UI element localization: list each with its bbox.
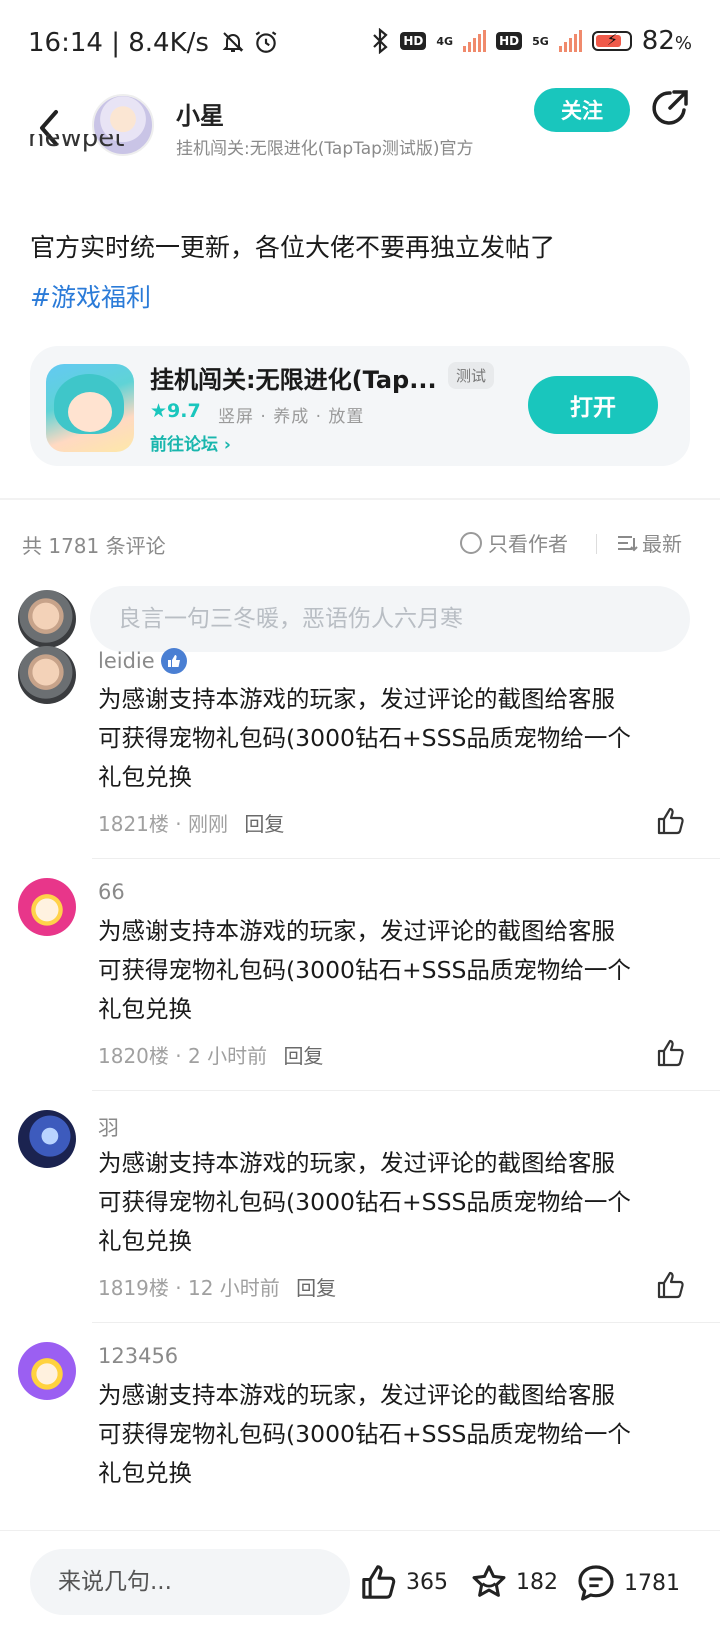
battery-percent: 82% bbox=[641, 26, 692, 56]
post-cut-text: newpet bbox=[28, 134, 125, 153]
post-tag[interactable]: #游戏福利 bbox=[30, 278, 151, 314]
game-title: 挂机闯关:无限进化(Tap... bbox=[150, 366, 437, 394]
share-icon[interactable] bbox=[650, 88, 690, 128]
comment-username[interactable]: 羽 bbox=[98, 1112, 119, 1142]
signal-icon bbox=[463, 30, 487, 52]
status-right: HD 4G HD 5G ⚡ 82% bbox=[370, 26, 692, 56]
net-4g: 4G bbox=[436, 34, 454, 48]
author-subtitle: 挂机闯关:无限进化(TapTap测试版)官方 bbox=[176, 139, 474, 159]
reply-button[interactable]: 回复 bbox=[296, 1276, 336, 1300]
post-text: 官方实时统一更新，各位大佬不要再独立发帖了 bbox=[30, 233, 556, 262]
hd-badge: HD bbox=[400, 32, 427, 50]
comment-meta: 1819楼 · 12 小时前 回复 bbox=[98, 1276, 337, 1300]
reply-button[interactable]: 回复 bbox=[283, 1044, 323, 1068]
comment-username[interactable]: 123456 bbox=[98, 1344, 178, 1368]
bluetooth-icon bbox=[373, 28, 389, 54]
comment-text: 为感谢支持本游戏的玩家，发过评论的截图给客服 可获得宠物礼包码(3000钻石+SS… bbox=[98, 685, 631, 791]
battery-icon: ⚡ bbox=[591, 30, 632, 51]
hd-badge-2: HD bbox=[496, 32, 523, 50]
game-badge: 测试 bbox=[448, 362, 495, 389]
comment-username[interactable]: 66 bbox=[98, 880, 125, 904]
comment-input[interactable]: 良言一句三冬暖，恶语伤人六月寒 bbox=[90, 586, 690, 652]
comment-avatar[interactable] bbox=[18, 1342, 76, 1400]
star-icon: ★ bbox=[150, 400, 168, 422]
favorite-stat[interactable]: 182 bbox=[470, 1563, 558, 1601]
game-icon bbox=[46, 364, 134, 452]
radio-icon bbox=[460, 531, 482, 554]
forum-link[interactable]: 前往论坛 › bbox=[150, 430, 231, 455]
only-author-toggle[interactable]: 只看作者 bbox=[460, 528, 568, 557]
status-bar: 16:14 | 8.4K/s HD 4G HD 5G ⚡ 82% bbox=[0, 0, 720, 84]
comment-avatar[interactable] bbox=[18, 1110, 76, 1168]
like-icon[interactable] bbox=[656, 1270, 686, 1300]
my-avatar bbox=[18, 590, 76, 648]
bottom-comment-input[interactable]: 来说几句... bbox=[30, 1549, 350, 1615]
thumbs-up-badge-icon bbox=[160, 648, 187, 674]
chevron-right-icon: › bbox=[223, 435, 231, 455]
status-time: 16:14 | 8.4K/s bbox=[28, 28, 279, 58]
net-5g: 5G bbox=[532, 34, 549, 48]
reply-button[interactable]: 回复 bbox=[244, 812, 284, 836]
sort-icon bbox=[618, 535, 638, 551]
section-divider bbox=[0, 498, 720, 500]
comment-divider bbox=[92, 1322, 720, 1323]
game-card[interactable]: 挂机闯关:无限进化(Tap... 测试 ★9.7 竖屏 · 养成 · 放置 前往… bbox=[30, 346, 690, 466]
comment-divider bbox=[92, 858, 720, 859]
comment-divider bbox=[92, 1090, 720, 1091]
game-tags: 竖屏 · 养成 · 放置 bbox=[218, 407, 365, 427]
star-icon bbox=[472, 1565, 506, 1597]
game-rating: ★9.7 bbox=[150, 400, 201, 422]
like-icon[interactable] bbox=[656, 806, 686, 836]
sort-newest[interactable]: 最新 bbox=[616, 528, 682, 557]
comment-username[interactable]: leidie bbox=[98, 648, 187, 674]
author-name[interactable]: 小星 bbox=[176, 96, 224, 131]
comment-meta: 1820楼 · 2 小时前 回复 bbox=[98, 1044, 324, 1068]
header-divider bbox=[596, 534, 597, 554]
comment-avatar[interactable] bbox=[18, 646, 76, 704]
comment-text: 为感谢支持本游戏的玩家，发过评论的截图给客服 可获得宠物礼包码(3000钻石+SS… bbox=[98, 1149, 631, 1255]
comment-bubble-icon bbox=[578, 1565, 614, 1601]
signal-icon-2 bbox=[558, 30, 582, 52]
comment-stat[interactable]: 1781 bbox=[576, 1563, 680, 1603]
bottom-bar: 来说几句... 365 182 1781 bbox=[0, 1530, 720, 1640]
mute-bell-icon bbox=[222, 32, 244, 52]
comment-text: 为感谢支持本游戏的玩家，发过评论的截图给客服 可获得宠物礼包码(3000钻石+SS… bbox=[98, 917, 631, 1023]
comment-avatar[interactable] bbox=[18, 878, 76, 936]
comment-count: 共 1781 条评论 bbox=[22, 534, 166, 558]
follow-button[interactable]: 关注 bbox=[534, 88, 630, 132]
open-game-button[interactable]: 打开 bbox=[528, 376, 658, 434]
alarm-icon bbox=[256, 31, 277, 53]
comment-meta: 1821楼 · 刚刚 回复 bbox=[98, 812, 285, 836]
comment-text: 为感谢支持本游戏的玩家，发过评论的截图给客服 可获得宠物礼包码(3000钻石+SS… bbox=[98, 1381, 631, 1487]
thumbs-up-icon bbox=[362, 1565, 396, 1599]
like-icon[interactable] bbox=[656, 1038, 686, 1068]
like-stat[interactable]: 365 bbox=[360, 1563, 448, 1601]
